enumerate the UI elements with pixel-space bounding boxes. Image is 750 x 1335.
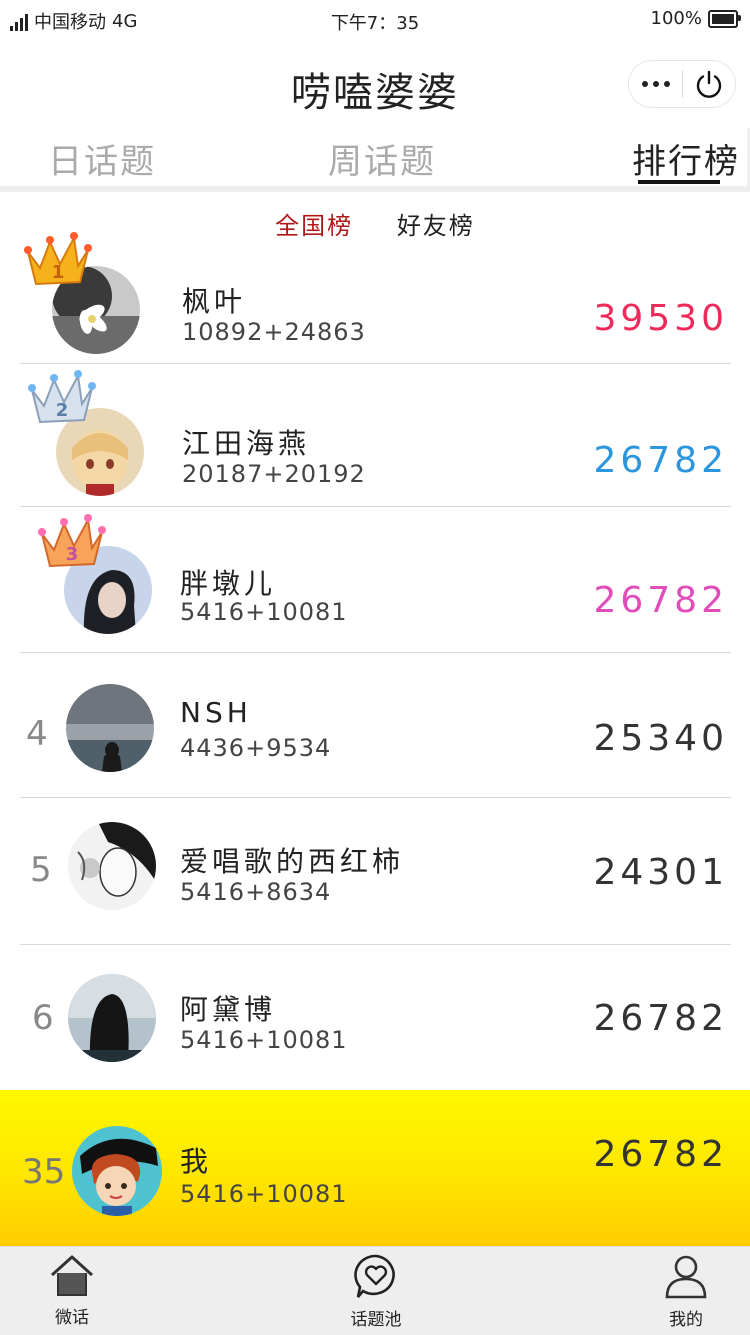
- score-value: 26782: [593, 440, 728, 481]
- score-value: 26782: [593, 998, 728, 1039]
- bronze-crown-icon: 3: [38, 514, 106, 568]
- row-divider: [20, 363, 731, 364]
- subtab-national[interactable]: 全国榜: [275, 212, 353, 240]
- close-power-icon[interactable]: [683, 69, 735, 99]
- subtab-friends[interactable]: 好友榜: [397, 212, 475, 240]
- score-breakdown: 20187+20192: [182, 460, 366, 488]
- user-name: 枫叶: [182, 285, 247, 318]
- avatar: [72, 1126, 162, 1216]
- leaderboard-subtabs: 全国榜 好友榜: [0, 206, 750, 241]
- my-rank-row[interactable]: 35 我 5416+10081 26782: [0, 1090, 750, 1246]
- score-value: 26782: [593, 1134, 728, 1175]
- score-value: 25340: [593, 718, 728, 759]
- tabbar-me[interactable]: 我的: [636, 1253, 736, 1330]
- rank-number: 6: [32, 998, 54, 1038]
- active-tab-indicator: [638, 180, 720, 184]
- score-value: 39530: [593, 298, 728, 339]
- tabbar-home-label: 微话: [55, 1308, 89, 1328]
- home-icon: [50, 1255, 94, 1296]
- svg-text:2: 2: [56, 400, 69, 421]
- score-breakdown: 5416+10081: [180, 598, 348, 626]
- tabbar-topic-pool[interactable]: 话题池: [326, 1253, 426, 1330]
- tab-weekly-topic[interactable]: 周话题: [328, 134, 436, 183]
- svg-text:3: 3: [66, 544, 79, 565]
- rank-number: 4: [26, 714, 48, 754]
- row-divider: [20, 506, 731, 507]
- avatar: [68, 822, 156, 910]
- rank-number: 35: [22, 1152, 66, 1192]
- user-name: 爱唱歌的西红柿: [180, 845, 405, 878]
- score-breakdown: 10892+24863: [182, 318, 366, 346]
- battery-label: 100%: [650, 8, 702, 29]
- heart-chat-icon: [354, 1254, 395, 1298]
- status-bar: 中国移动 4G 下午7：35 100%: [0, 0, 750, 44]
- rank-number: 5: [30, 850, 52, 890]
- silver-crown-icon: 2: [28, 370, 96, 424]
- score-breakdown: 5416+10081: [180, 1026, 348, 1054]
- tabbar-home[interactable]: 微话: [22, 1253, 122, 1328]
- score-breakdown: 5416+8634: [180, 878, 332, 906]
- top-tabs: 日话题 周话题 排行榜: [0, 128, 750, 188]
- status-right: 100%: [650, 8, 741, 29]
- row-divider: [20, 797, 731, 798]
- score-breakdown: 5416+10081: [180, 1180, 348, 1208]
- tab-daily-topic[interactable]: 日话题: [48, 134, 156, 183]
- status-time: 下午7：35: [330, 13, 420, 34]
- user-name: 胖墩儿: [180, 567, 277, 600]
- battery-icon: [708, 9, 741, 28]
- score-value: 26782: [593, 580, 728, 621]
- mini-program-capsule: [628, 60, 736, 108]
- row-divider: [20, 652, 731, 653]
- tabbar-topic-pool-label: 话题池: [350, 1310, 402, 1330]
- gold-crown-icon: 1: [24, 232, 92, 286]
- row-divider: [20, 944, 731, 945]
- score-value: 24301: [593, 852, 728, 893]
- tabs-divider: [0, 186, 750, 192]
- tabbar-me-label: 我的: [669, 1310, 703, 1330]
- user-name: 阿黛博: [180, 993, 277, 1026]
- avatar: [66, 684, 154, 772]
- user-name: NSH: [180, 696, 252, 729]
- person-icon: [665, 1255, 707, 1299]
- tab-leaderboard[interactable]: 排行榜: [632, 134, 740, 183]
- score-breakdown: 4436+9534: [180, 734, 332, 762]
- more-icon[interactable]: [629, 81, 682, 87]
- svg-text:1: 1: [52, 262, 65, 283]
- user-name: 我: [180, 1145, 213, 1178]
- user-name: 江田海燕: [182, 427, 311, 460]
- avatar: [68, 974, 156, 1062]
- bottom-tab-bar: 微话 话题池 我的: [0, 1246, 750, 1335]
